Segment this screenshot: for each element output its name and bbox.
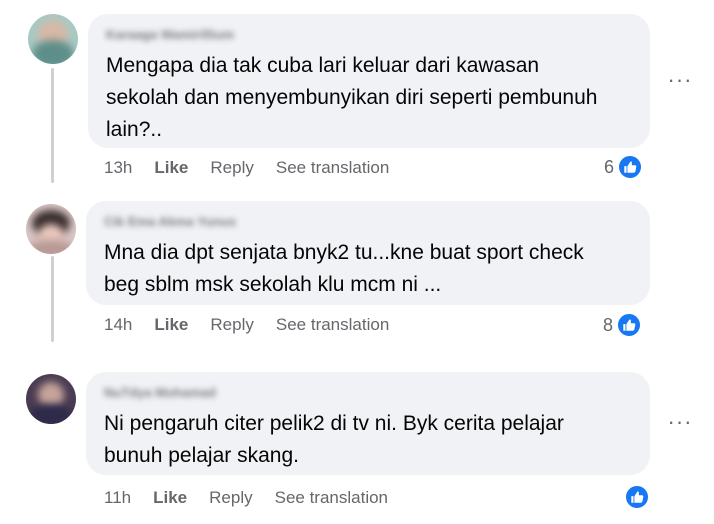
reaction-count: 6 (604, 156, 615, 177)
more-options-button[interactable]: ··· (668, 68, 692, 92)
comment-bubble: Karaaga Wamirillium Mengapa dia tak cuba… (88, 14, 650, 148)
comment-actions: 11h Like Reply See translation (104, 488, 410, 508)
see-translation-link[interactable]: See translation (276, 158, 389, 178)
comment-timestamp[interactable]: 13h (104, 158, 132, 178)
reaction-summary[interactable]: 8 (603, 312, 643, 338)
reply-button[interactable]: Reply (210, 158, 253, 178)
comment-bubble: NuTdya Mohamad Ni pengaruh citer pelik2 … (86, 372, 650, 475)
see-translation-link[interactable]: See translation (275, 488, 388, 508)
comment-author[interactable]: Cik Ema Akma Yunus (104, 214, 236, 229)
reaction-summary[interactable] (621, 484, 650, 510)
comment-author[interactable]: NuTdya Mohamad (104, 385, 216, 400)
comment-actions: 13h Like Reply See translation (104, 158, 411, 178)
comment-timestamp[interactable]: 14h (104, 315, 132, 335)
comment-timestamp[interactable]: 11h (104, 488, 131, 508)
comment-bubble: Cik Ema Akma Yunus Mna dia dpt senjata b… (86, 201, 650, 305)
more-horizontal-icon: ··· (667, 409, 693, 434)
thread-line (51, 68, 54, 183)
see-translation-link[interactable]: See translation (276, 315, 389, 335)
comment-text: Mna dia dpt senjata bnyk2 tu...kne buat … (104, 241, 584, 296)
avatar[interactable] (26, 374, 76, 424)
avatar[interactable] (28, 14, 78, 64)
thread-line (51, 256, 54, 342)
avatar[interactable] (26, 204, 76, 254)
thumbs-up-icon (617, 154, 644, 180)
comment-text: Ni pengaruh citer pelik2 di tv ni. Byk c… (104, 412, 564, 467)
like-button[interactable]: Like (153, 488, 187, 508)
more-options-button[interactable]: ··· (668, 410, 692, 434)
comment-actions: 14h Like Reply See translation (104, 315, 411, 335)
thumbs-up-icon (616, 312, 643, 338)
reply-button[interactable]: Reply (209, 488, 252, 508)
reaction-summary[interactable]: 6 (604, 154, 644, 180)
more-horizontal-icon: ··· (667, 67, 693, 92)
like-button[interactable]: Like (154, 158, 188, 178)
reply-button[interactable]: Reply (210, 315, 253, 335)
comment-text: Mengapa dia tak cuba lari keluar dari ka… (106, 54, 598, 141)
comment-author[interactable]: Karaaga Wamirillium (106, 27, 234, 42)
like-button[interactable]: Like (154, 315, 188, 335)
reaction-count: 8 (603, 314, 614, 335)
thumbs-up-icon (624, 484, 650, 510)
